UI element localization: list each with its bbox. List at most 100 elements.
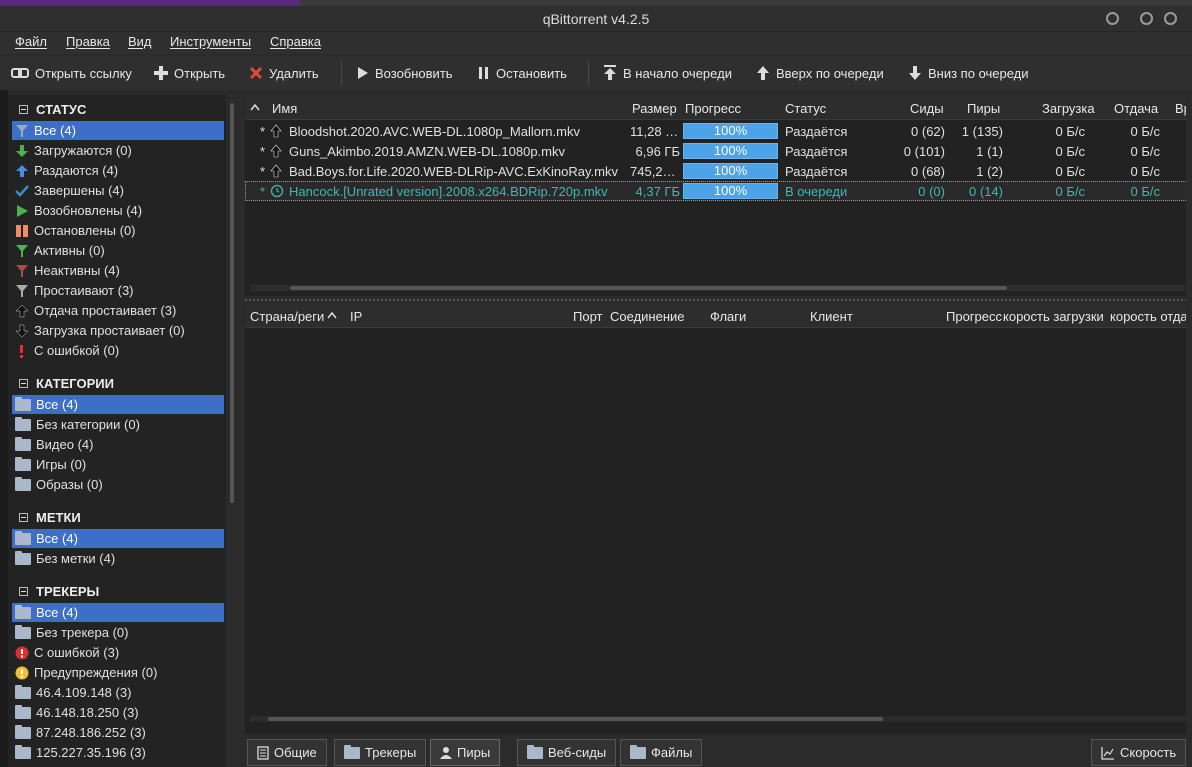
tracker-item-warning[interactable]: Предупреждения (0) — [12, 663, 224, 682]
column-flags[interactable]: Флаги — [710, 309, 746, 324]
column-name[interactable]: Имя — [272, 101, 297, 116]
category-item-all[interactable]: Все (4) — [12, 395, 224, 414]
tab-general[interactable]: Общие — [247, 739, 327, 766]
trackers-section-title: ТРЕКЕРЫ — [36, 583, 100, 599]
status-item-errored[interactable]: С ошибкой (0) — [12, 341, 224, 360]
splitter-grip — [245, 299, 1192, 301]
tracker-item-label: 87.248.186.252 (3) — [36, 725, 146, 740]
peers-list-hscrollbar[interactable] — [250, 716, 1187, 722]
queue-up-button[interactable]: Вверх по очереди — [756, 64, 884, 82]
status-item-stalled[interactable]: Простаивают (3) — [12, 281, 224, 300]
arrow-down-icon — [909, 66, 921, 80]
queue-top-button[interactable]: В начало очереди — [603, 64, 732, 82]
tab-files[interactable]: Файлы — [620, 739, 703, 766]
column-port[interactable]: Порт — [573, 309, 602, 324]
torrent-size: 6,96 ГБ — [635, 144, 680, 159]
column-ip[interactable]: IP — [350, 309, 362, 324]
delete-button[interactable]: Удалить — [249, 64, 319, 82]
torrent-list-hscrollbar[interactable] — [250, 285, 1187, 291]
torrent-upload-speed: 0 Б/с — [1130, 144, 1161, 159]
column-size[interactable]: Размер — [632, 101, 677, 116]
column-peer-progress[interactable]: Прогресс — [946, 309, 1002, 324]
status-item-stalled-uploading[interactable]: Отдача простаивает (3) — [12, 301, 224, 320]
column-status[interactable]: Статус — [785, 101, 826, 116]
tab-peers[interactable]: Пиры — [430, 739, 501, 766]
status-item-active[interactable]: Активны (0) — [12, 241, 224, 260]
scrollbar-thumb[interactable] — [290, 286, 1007, 290]
close-button[interactable] — [1164, 12, 1177, 25]
queue-top-label: В начало очереди — [623, 65, 732, 81]
tracker-item-host[interactable]: 87.248.186.252 (3) — [12, 723, 224, 742]
plus-icon — [154, 66, 168, 80]
category-item-images[interactable]: Образы (0) — [12, 475, 224, 494]
tab-webseeds[interactable]: Веб-сиды — [517, 739, 617, 766]
open-button[interactable]: Открыть — [154, 64, 225, 82]
tag-item-untagged[interactable]: Без метки (4) — [12, 549, 224, 568]
tab-trackers[interactable]: Трекеры — [334, 739, 427, 766]
tracker-item-host[interactable]: 125.227.35.196 (3) — [12, 743, 224, 762]
column-country[interactable]: Страна/реги — [250, 309, 328, 324]
link-icon — [11, 68, 29, 78]
menu-view[interactable]: Вид — [128, 34, 152, 49]
status-item-completed[interactable]: Завершены (4) — [12, 181, 224, 200]
column-seeds[interactable]: Сиды — [910, 101, 944, 116]
torrent-row-selected[interactable]: * Hancock.[Unrated version].2008.x264.BD… — [245, 181, 1192, 201]
menu-tools[interactable]: Инструменты — [170, 34, 251, 49]
pause-button[interactable]: Остановить — [478, 64, 567, 82]
peers-list-header: Страна/реги IP Порт Соединение Флаги Кли… — [245, 304, 1192, 328]
scrollbar-thumb[interactable] — [268, 717, 883, 721]
sidebar-scrollbar[interactable] — [228, 95, 236, 767]
tracker-item-all[interactable]: Все (4) — [12, 603, 224, 622]
queue-down-button[interactable]: Вниз по очереди — [908, 64, 1029, 82]
tag-item-all[interactable]: Все (4) — [12, 529, 224, 548]
categories-section-header[interactable]: КАТЕГОРИИ — [8, 372, 226, 394]
status-item-all[interactable]: Все (4) — [12, 121, 224, 140]
tracker-item-trackerless[interactable]: Без трекера (0) — [12, 623, 224, 642]
category-item-uncategorized[interactable]: Без категории (0) — [12, 415, 224, 434]
panel-splitter[interactable] — [245, 296, 1192, 304]
category-item-video[interactable]: Видео (4) — [12, 435, 224, 454]
column-upload-speed[interactable]: Отдача — [1114, 101, 1158, 116]
menu-file[interactable]: Файл — [15, 34, 47, 49]
column-download-speed[interactable]: Загрузка — [1042, 101, 1095, 116]
menu-edit[interactable]: Правка — [66, 34, 110, 49]
status-item-seeding[interactable]: Раздаются (4) — [12, 161, 224, 180]
status-item-resumed[interactable]: Возобновлены (4) — [12, 201, 224, 220]
torrent-row[interactable]: * Bad.Boys.for.Life.2020.WEB-DLRip-AVC.E… — [245, 161, 1192, 181]
arrow-up-icon — [757, 66, 769, 80]
column-peers[interactable]: Пиры — [967, 101, 1000, 116]
warning-icon — [15, 666, 29, 679]
peers-list: Страна/реги IP Порт Соединение Флаги Кли… — [245, 304, 1192, 734]
menu-help[interactable]: Справка — [270, 34, 321, 49]
status-item-downloading[interactable]: Загружаются (0) — [12, 141, 224, 160]
folder-icon — [15, 550, 31, 565]
column-connection[interactable]: Соединение — [610, 309, 685, 324]
column-client[interactable]: Клиент — [810, 309, 853, 324]
resume-button[interactable]: Возобновить — [357, 64, 453, 82]
tracker-item-error[interactable]: С ошибкой (3) — [12, 643, 224, 662]
category-item-games[interactable]: Игры (0) — [12, 455, 224, 474]
status-item-inactive[interactable]: Неактивны (4) — [12, 261, 224, 280]
trackers-section-header[interactable]: ТРЕКЕРЫ — [8, 580, 226, 602]
status-section-header[interactable]: СТАТУС — [8, 98, 226, 120]
tracker-item-host[interactable]: 46.4.109.148 (3) — [12, 683, 224, 702]
column-progress[interactable]: Прогресс — [685, 101, 741, 116]
torrent-seeds: 0 (68) — [911, 164, 945, 179]
torrent-list: Имя Размер Прогресс Статус Сиды Пиры Заг… — [245, 96, 1192, 296]
window-title: qBittorrent v4.2.5 — [542, 11, 650, 27]
tracker-item-host[interactable]: 46.148.18.250 (3) — [12, 703, 224, 722]
scrollbar-thumb[interactable] — [230, 103, 234, 503]
torrent-row[interactable]: * Guns_Akimbo.2019.AMZN.WEB-DL.1080p.mkv… — [245, 141, 1192, 161]
minimize-button[interactable] — [1106, 12, 1119, 25]
tags-section-header[interactable]: МЕТКИ — [8, 506, 226, 528]
torrent-peers: 0 (14) — [969, 184, 1003, 199]
column-upload-speed[interactable]: корость отда — [1110, 309, 1192, 324]
status-item-label: Загрузка простаивает (0) — [34, 323, 185, 338]
status-item-stalled-downloading[interactable]: Загрузка простаивает (0) — [12, 321, 224, 340]
status-item-paused[interactable]: Остановлены (0) — [12, 221, 224, 240]
torrent-row[interactable]: * Bloodshot.2020.AVC.WEB-DL.1080p_Mallor… — [245, 121, 1192, 141]
maximize-button[interactable] — [1140, 12, 1153, 25]
tab-speed[interactable]: Скорость — [1091, 739, 1187, 766]
open-link-button[interactable]: Открыть ссылку — [11, 64, 132, 82]
column-download-speed[interactable]: корость загрузки — [1003, 309, 1103, 324]
